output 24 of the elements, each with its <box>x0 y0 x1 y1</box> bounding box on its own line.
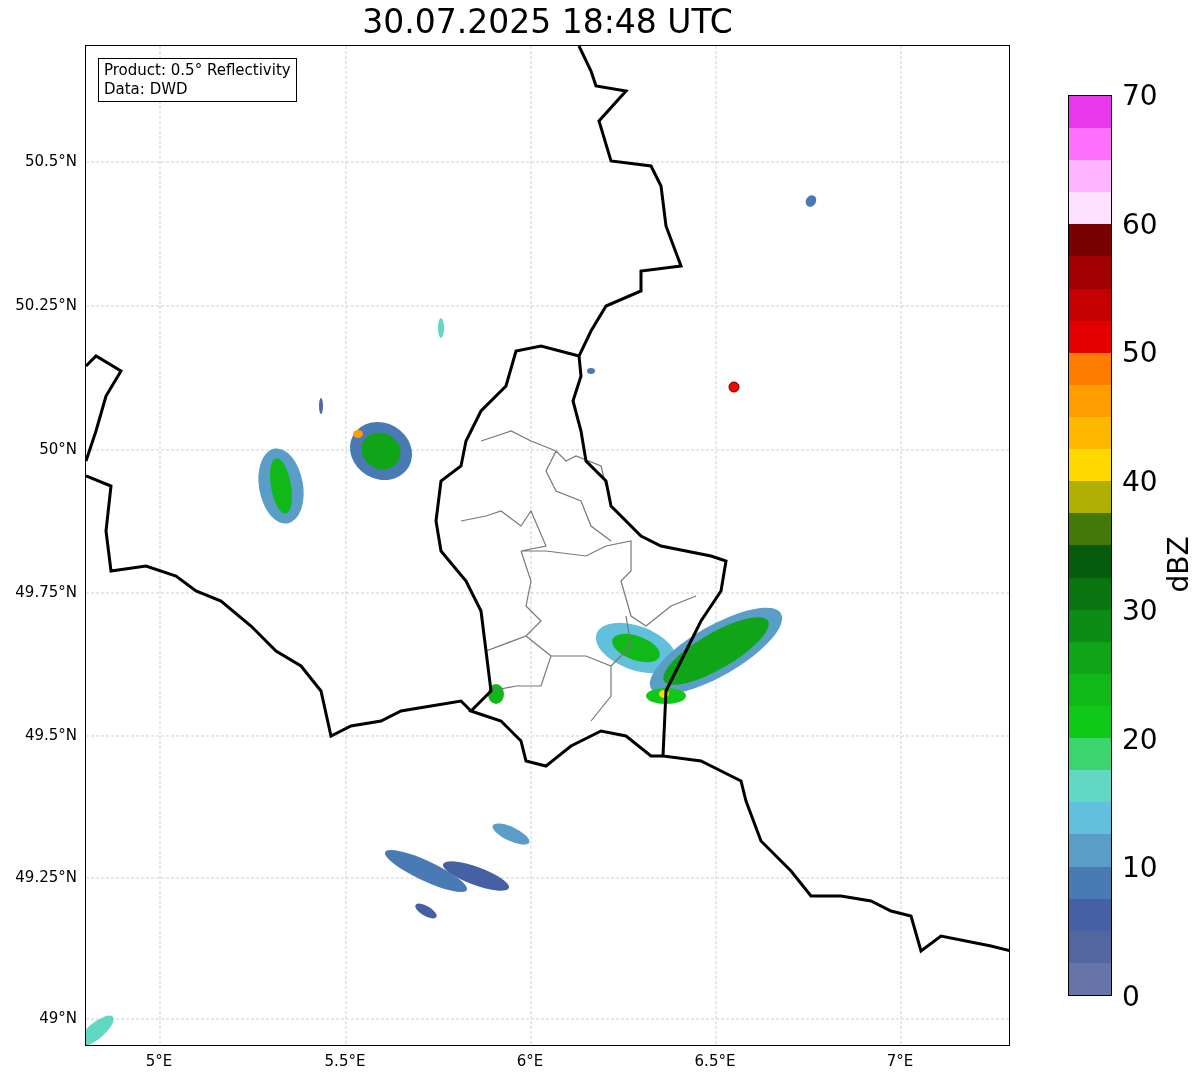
latitude-label: 49.25°N <box>15 868 77 886</box>
colorbar-tick-label: 20 <box>1122 722 1158 756</box>
colorbar-tick-label: 0 <box>1122 979 1140 1013</box>
latitude-label: 50.25°N <box>15 296 77 314</box>
colorbar-label: dBZ <box>1161 536 1195 593</box>
colorbar-tick-label: 60 <box>1122 207 1158 241</box>
colorbar-tick-label: 30 <box>1122 593 1158 627</box>
longitude-label: 6°E <box>516 1052 544 1070</box>
latitude-label: 49°N <box>39 1009 77 1027</box>
latitude-label: 50°N <box>39 440 77 458</box>
longitude-label: 5.5°E <box>324 1052 366 1070</box>
colorbar-tick-label: 70 <box>1122 78 1158 112</box>
colorbar-tick-label: 40 <box>1122 464 1158 498</box>
legend-text: Product: 0.5° Reflectivity <box>104 61 291 80</box>
legend-text: Data: DWD <box>104 80 189 99</box>
latitude-label: 49.5°N <box>24 726 77 744</box>
colorbar-tick-label: 50 <box>1122 335 1158 369</box>
longitude-label: 7°E <box>886 1052 914 1070</box>
longitude-label: 6.5°E <box>694 1052 736 1070</box>
longitude-label: 5°E <box>145 1052 173 1070</box>
chart-title: 30.07.2025 18:48 UTC <box>361 2 734 41</box>
colorbar-tick-label: 10 <box>1122 850 1158 884</box>
latitude-label: 49.75°N <box>15 583 77 601</box>
latitude-label: 50.5°N <box>24 152 77 170</box>
